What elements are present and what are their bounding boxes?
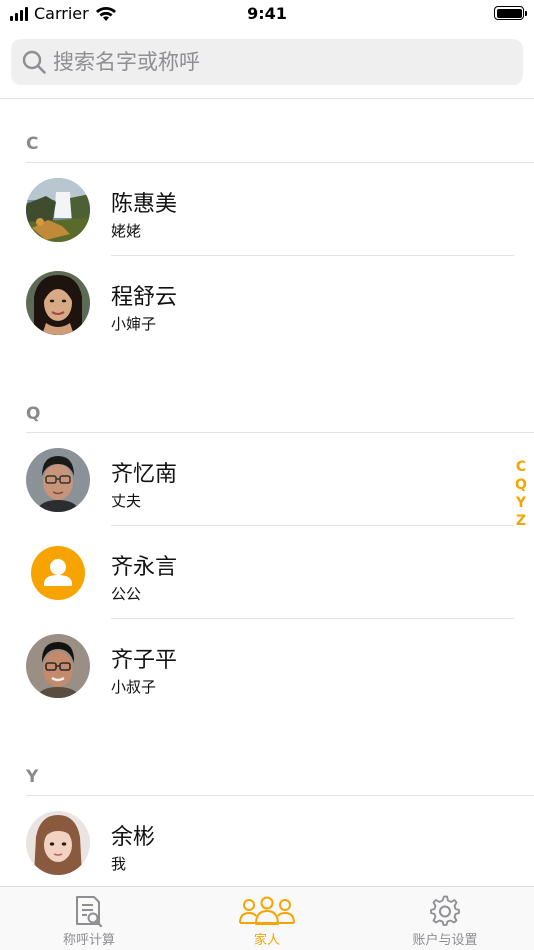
index-letter-q[interactable]: Q [515, 476, 527, 494]
contact-name: 齐子平 [111, 648, 178, 673]
search-icon [22, 50, 46, 74]
man-photo-icon [26, 634, 90, 698]
contact-name: 程舒云 [111, 285, 178, 310]
section-letter: Y [26, 767, 39, 787]
contact-name: 齐忆南 [111, 462, 178, 487]
section-letter: Q [26, 404, 41, 424]
battery-icon [494, 6, 527, 20]
contact-list[interactable]: C 陈惠美 姥姥 程舒云 小婶子 Q 齐忆南 丈夫 齐永言 公公 齐子平 小叔子… [0, 99, 534, 886]
tab-label: 账户与设置 [412, 933, 478, 948]
contact-name: 齐永言 [111, 555, 178, 580]
contact-name: 余彬 [111, 825, 156, 850]
index-letter-z[interactable]: Z [516, 512, 526, 530]
contact-relation: 公公 [111, 585, 142, 603]
contact-relation: 小叔子 [111, 678, 157, 696]
tab-calculator[interactable]: 称呼计算 [0, 887, 178, 950]
section-header-c: C [26, 99, 534, 163]
contact-relation: 丈夫 [111, 492, 142, 510]
tab-label: 称呼计算 [62, 933, 115, 948]
contact-row[interactable]: 程舒云 小婶子 [0, 256, 534, 349]
contact-row[interactable]: 齐子平 小叔子 [0, 619, 534, 712]
contact-row[interactable]: 陈惠美 姥姥 [0, 163, 534, 256]
woman-photo-icon [26, 271, 90, 335]
clock: 9:41 [247, 4, 287, 23]
person-icon [44, 559, 72, 586]
contact-row[interactable]: 余彬 我 [0, 796, 534, 886]
tab-settings[interactable]: 账户与设置 [356, 887, 534, 950]
search-box[interactable] [11, 39, 523, 85]
tab-family[interactable]: 家人 [178, 887, 356, 950]
avatar [26, 811, 90, 875]
contact-relation: 我 [111, 855, 127, 873]
contact-name: 陈惠美 [111, 192, 178, 217]
index-letter-y[interactable]: Y [516, 494, 526, 512]
gear-icon [429, 895, 461, 927]
section-header-q: Q [26, 369, 534, 433]
tab-bar: 称呼计算 家人 账户与设置 [0, 886, 534, 950]
section-letter: C [26, 134, 39, 154]
contact-relation: 小婶子 [111, 315, 157, 333]
contact-row[interactable]: 齐永言 公公 [0, 526, 534, 619]
avatar [26, 448, 90, 512]
search-input[interactable] [53, 50, 493, 74]
man-photo-icon [26, 448, 90, 512]
tab-label: 家人 [253, 933, 280, 948]
avatar [26, 634, 90, 698]
avatar [31, 546, 85, 600]
contact-row[interactable]: 齐忆南 丈夫 [0, 433, 534, 526]
contact-relation: 姥姥 [111, 222, 142, 240]
status-bar: Carrier 9:41 [0, 0, 534, 27]
girl-photo-icon [26, 811, 90, 875]
calculator-doc-icon [74, 895, 104, 927]
waterfall-photo-icon [26, 178, 90, 242]
section-index-bar[interactable]: C Q Y Z [514, 458, 528, 530]
search-bar [0, 27, 534, 99]
section-header-y: Y [26, 732, 534, 796]
avatar [26, 271, 90, 335]
family-icon [238, 895, 296, 927]
avatar [26, 178, 90, 242]
index-letter-c[interactable]: C [516, 458, 526, 476]
